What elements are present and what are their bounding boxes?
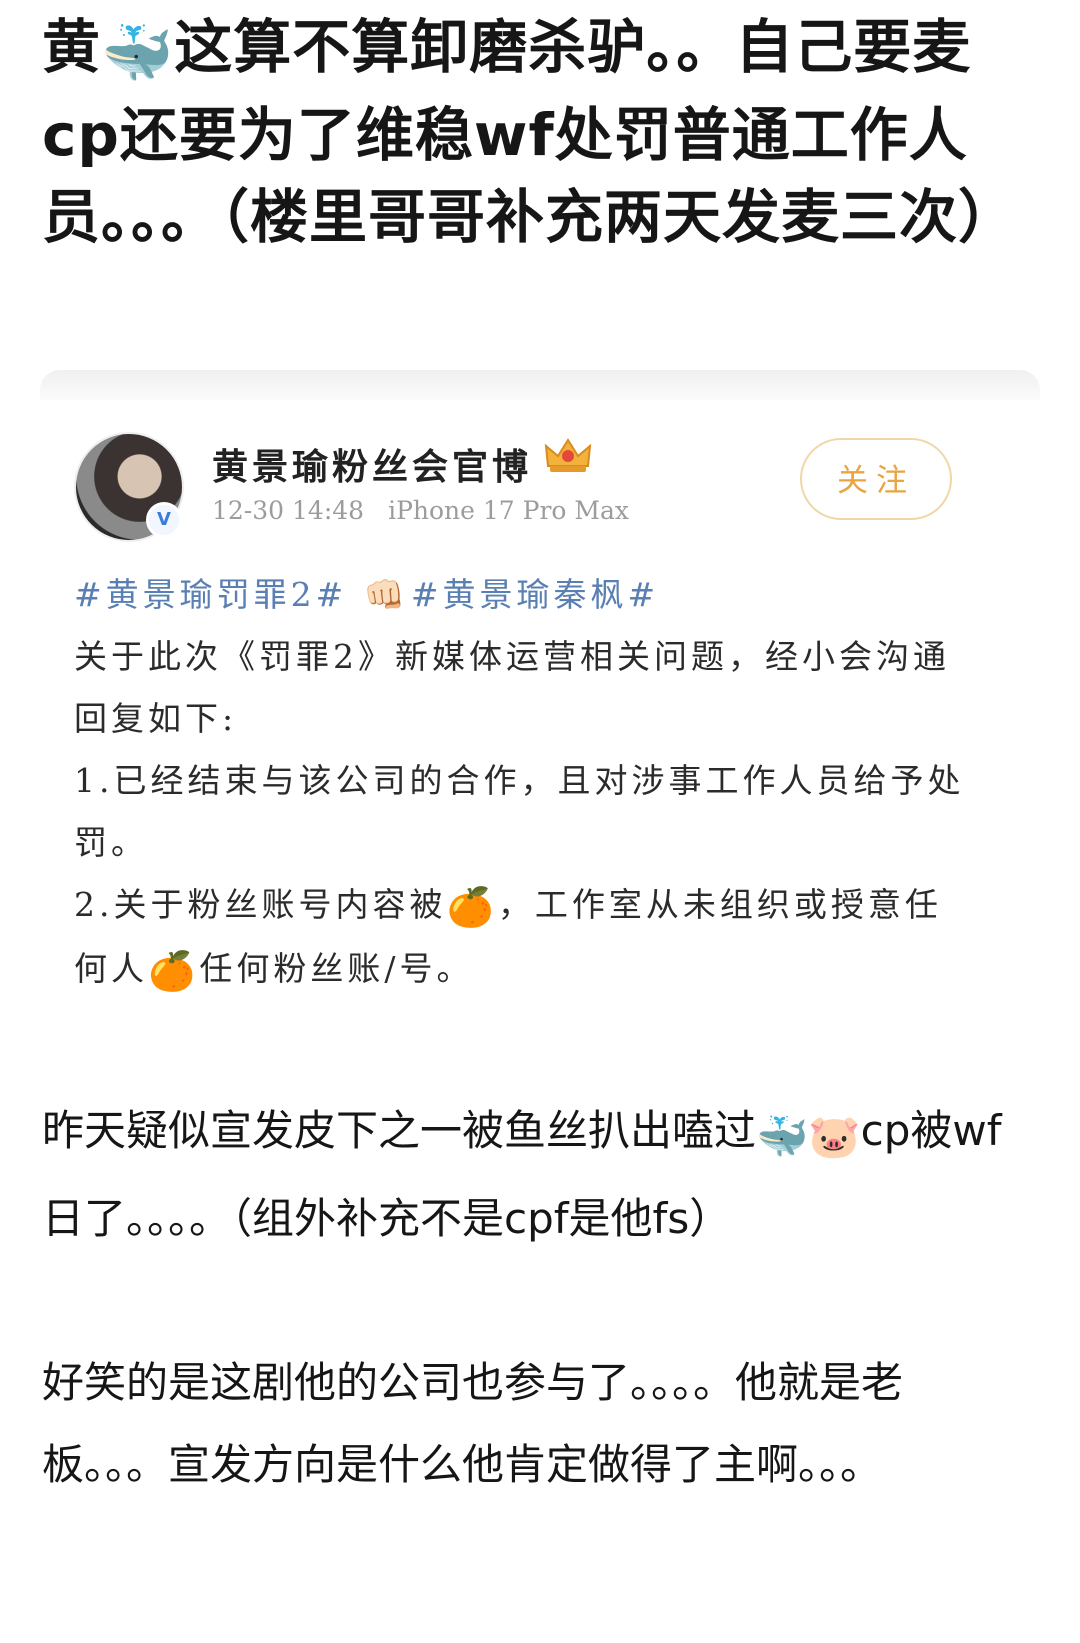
orange-emoji-icon: 🍊: [446, 885, 498, 929]
post-title-text-1: 黄: [42, 13, 102, 81]
whale-emoji-icon: 🐳: [101, 19, 175, 87]
account-name[interactable]: 黄景瑜粉丝会官博: [212, 438, 532, 490]
whale-emoji-icon: 🐳: [756, 1112, 809, 1161]
post-title: 黄🐳这算不算卸磨杀驴。。自己要麦cp还要为了维稳wf处罚普通工作人员。。。（楼里…: [42, 6, 1016, 258]
hashtag-line: #黄景瑜罚罪2# 👊🏻#黄景瑜秦枫#: [74, 564, 974, 626]
hashtag-link[interactable]: #黄景瑜秦枫#: [411, 575, 659, 614]
card-text-segment: 2.关于粉丝账号内容被: [74, 885, 447, 924]
quoted-weibo-card[interactable]: V 黄景瑜粉丝会官博 12-30 14:48 iPhone 17 Pro Max …: [40, 400, 1040, 1040]
fist-emoji-icon: 👊🏻: [363, 575, 409, 614]
pig-emoji-icon: 🐷: [808, 1112, 861, 1161]
post-timestamp: 12-30 14:48: [212, 496, 365, 525]
card-text-line: 1.已经结束与该公司的合作，且对涉事工作人员给予处罚。: [74, 761, 965, 862]
card-body: #黄景瑜罚罪2# 👊🏻#黄景瑜秦枫# 关于此次《罚罪2》新媒体运营相关问题，经小…: [74, 564, 974, 1002]
verified-badge-icon: V: [146, 502, 182, 538]
post-meta: 12-30 14:48 iPhone 17 Pro Max: [212, 496, 629, 525]
post-text-segment: 昨天疑似宣发皮下之一被鱼丝扒出嗑过: [42, 1106, 757, 1155]
post-title-text-2: 这算不算卸磨杀驴。。自己要麦cp还要为了维稳wf处罚普通工作人员。。。（楼里哥哥…: [42, 13, 1018, 251]
post-device: iPhone 17 Pro Max: [388, 496, 630, 525]
card-text-segment: 任何粉丝账/号。: [199, 949, 474, 988]
crown-badge-icon: [544, 438, 592, 472]
post-body: 昨天疑似宣发皮下之一被鱼丝扒出嗑过🐳🐷cp被wf日了。。。。（组外补充不是cpf…: [42, 1090, 1002, 1506]
post-paragraph: 昨天疑似宣发皮下之一被鱼丝扒出嗑过🐳🐷cp被wf日了。。。。（组外补充不是cpf…: [42, 1090, 1002, 1260]
orange-emoji-icon: 🍊: [148, 949, 200, 993]
card-text-line: 2.关于粉丝账号内容被🍊，工作室从未组织或授意任何人🍊任何粉丝账/号。: [74, 874, 974, 1002]
hashtag-link[interactable]: #黄景瑜罚罪2#: [74, 575, 347, 614]
follow-button[interactable]: 关注: [800, 438, 952, 520]
post-paragraph: 好笑的是这剧他的公司也参与了。。。。他就是老板。。。宣发方向是什么他肯定做得了主…: [42, 1358, 904, 1489]
card-text-line: 关于此次《罚罪2》新媒体运营相关问题，经小会沟通回复如下:: [74, 637, 950, 738]
